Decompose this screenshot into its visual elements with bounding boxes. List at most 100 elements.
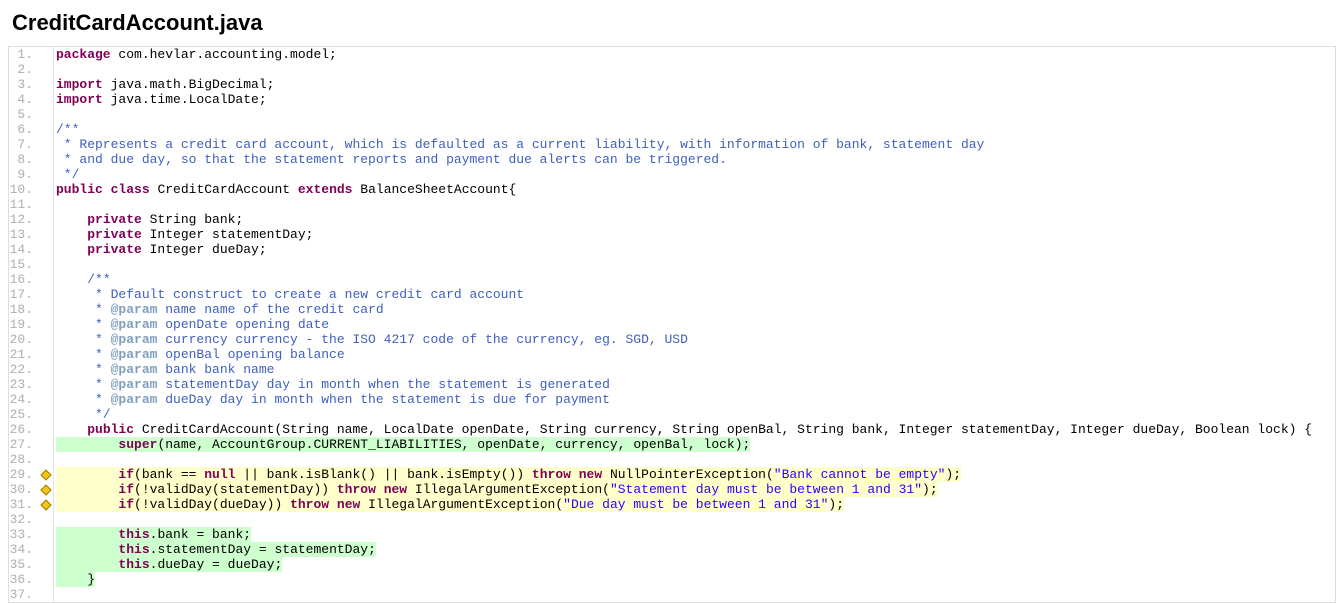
code-line: 19 * @param openDate opening date	[9, 317, 1335, 332]
gutter-glyph	[39, 557, 53, 572]
code-line: 33 this.bank = bank;	[9, 527, 1335, 542]
code-line: 1 package com.hevlar.accounting.model;	[9, 47, 1335, 62]
code-content	[53, 107, 1335, 122]
code-content: this.dueDay = dueDay;	[53, 557, 1335, 572]
gutter-glyph	[39, 332, 53, 347]
gutter-glyph	[39, 347, 53, 362]
code-content: /**	[53, 122, 1335, 137]
code-content: * Default construct to create a new cred…	[53, 287, 1335, 302]
code-line: 31 if(!validDay(dueDay)) throw new Illeg…	[9, 497, 1335, 512]
line-number: 32	[9, 512, 39, 527]
line-number: 7	[9, 137, 39, 152]
code-line: 29 if(bank == null || bank.isBlank() || …	[9, 467, 1335, 482]
code-line: 21 * @param openBal opening balance	[9, 347, 1335, 362]
gutter-glyph	[39, 77, 53, 92]
coverage-covered: this.bank = bank;	[56, 527, 251, 542]
code-content	[53, 62, 1335, 77]
line-number: 15	[9, 257, 39, 272]
coverage-covered: this.dueDay = dueDay;	[56, 557, 282, 572]
gutter-glyph	[39, 497, 53, 512]
code-line: 26 public CreditCardAccount(String name,…	[9, 422, 1335, 437]
code-content: this.statementDay = statementDay;	[53, 542, 1335, 557]
gutter-glyph	[39, 302, 53, 317]
line-number: 33	[9, 527, 39, 542]
code-content: private Integer statementDay;	[53, 227, 1335, 242]
gutter-glyph	[39, 377, 53, 392]
line-number: 4	[9, 92, 39, 107]
code-line: 37	[9, 587, 1335, 602]
code-content	[53, 257, 1335, 272]
code-line: 13 private Integer statementDay;	[9, 227, 1335, 242]
gutter-glyph	[39, 62, 53, 77]
code-content: /**	[53, 272, 1335, 287]
coverage-covered: }	[56, 572, 95, 587]
line-number: 23	[9, 377, 39, 392]
code-content: * @param name name of the credit card	[53, 302, 1335, 317]
gutter-glyph	[39, 92, 53, 107]
line-number: 30	[9, 482, 39, 497]
coverage-covered: this.statementDay = statementDay;	[56, 542, 376, 557]
line-number: 31	[9, 497, 39, 512]
line-number: 35	[9, 557, 39, 572]
code-content: * @param bank bank name	[53, 362, 1335, 377]
gutter-glyph	[39, 587, 53, 602]
code-content: package com.hevlar.accounting.model;	[53, 47, 1335, 62]
code-line: 27 super(name, AccountGroup.CURRENT_LIAB…	[9, 437, 1335, 452]
line-number: 10	[9, 182, 39, 197]
code-content	[53, 452, 1335, 467]
line-number: 26	[9, 422, 39, 437]
line-number: 24	[9, 392, 39, 407]
code-line: 36 }	[9, 572, 1335, 587]
code-content: if(bank == null || bank.isBlank() || ban…	[53, 467, 1335, 482]
line-number: 2	[9, 62, 39, 77]
code-line: 12 private String bank;	[9, 212, 1335, 227]
line-number: 6	[9, 122, 39, 137]
line-number: 13	[9, 227, 39, 242]
code-line: 20 * @param currency currency - the ISO …	[9, 332, 1335, 347]
code-content	[53, 587, 1335, 602]
line-number: 8	[9, 152, 39, 167]
code-line: 15	[9, 257, 1335, 272]
line-number: 9	[9, 167, 39, 182]
line-number: 36	[9, 572, 39, 587]
code-line: 14 private Integer dueDay;	[9, 242, 1335, 257]
code-content: * Represents a credit card account, whic…	[53, 137, 1335, 152]
gutter-glyph	[39, 422, 53, 437]
line-number: 29	[9, 467, 39, 482]
coverage-partial: if(!validDay(statementDay)) throw new Il…	[56, 482, 938, 497]
diamond-icon	[40, 469, 51, 480]
gutter-glyph	[39, 467, 53, 482]
coverage-partial: if(bank == null || bank.isBlank() || ban…	[56, 467, 961, 482]
line-number: 37	[9, 587, 39, 602]
gutter-glyph	[39, 167, 53, 182]
line-number: 17	[9, 287, 39, 302]
line-number: 12	[9, 212, 39, 227]
code-content	[53, 197, 1335, 212]
gutter-glyph	[39, 212, 53, 227]
code-line: 22 * @param bank bank name	[9, 362, 1335, 377]
code-content: super(name, AccountGroup.CURRENT_LIABILI…	[53, 437, 1335, 452]
line-number: 5	[9, 107, 39, 122]
code-line: 32	[9, 512, 1335, 527]
code-content	[53, 512, 1335, 527]
code-line: 28	[9, 452, 1335, 467]
diamond-icon	[40, 484, 51, 495]
line-number: 19	[9, 317, 39, 332]
code-content: if(!validDay(statementDay)) throw new Il…	[53, 482, 1335, 497]
gutter-glyph	[39, 317, 53, 332]
code-line: 6 /**	[9, 122, 1335, 137]
line-number: 1	[9, 47, 39, 62]
line-number: 16	[9, 272, 39, 287]
code-line: 5	[9, 107, 1335, 122]
code-line: 8 * and due day, so that the statement r…	[9, 152, 1335, 167]
gutter-glyph	[39, 122, 53, 137]
line-number: 34	[9, 542, 39, 557]
line-number: 22	[9, 362, 39, 377]
code-line: 4import java.time.LocalDate;	[9, 92, 1335, 107]
line-number: 18	[9, 302, 39, 317]
code-line: 17 * Default construct to create a new c…	[9, 287, 1335, 302]
gutter-glyph	[39, 542, 53, 557]
code-content: * @param openBal opening balance	[53, 347, 1335, 362]
code-viewer: 1 package com.hevlar.accounting.model; 23 i…	[8, 46, 1336, 603]
gutter-glyph	[39, 287, 53, 302]
